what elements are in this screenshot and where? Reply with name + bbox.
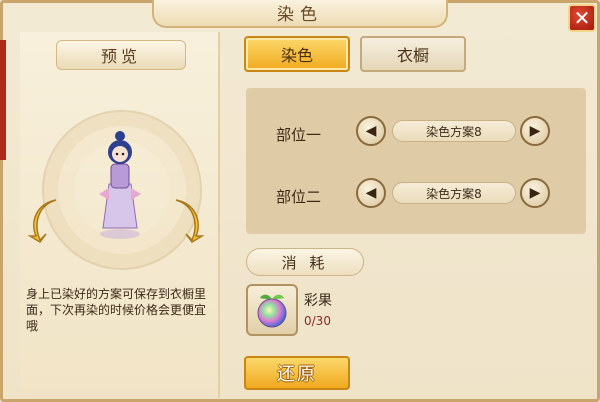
part-one-prev-button[interactable]: ◀ [356, 116, 386, 146]
preview-description: 身上已染好的方案可保存到衣橱里面，下次再染的时候价格会更便宜哦 [26, 287, 207, 333]
rainbow-fruit-icon [257, 294, 287, 328]
item-slot[interactable] [246, 284, 298, 336]
part-two-next-button[interactable]: ▶ [520, 178, 550, 208]
item-name: 彩果 [304, 293, 332, 309]
part-one-next-button[interactable]: ▶ [520, 116, 550, 146]
tab-dye[interactable]: 染色 [244, 36, 350, 72]
rotate-left-arrow-icon[interactable] [26, 196, 64, 246]
character-model[interactable] [95, 124, 145, 240]
cost-label: 消 耗 [246, 248, 364, 276]
preview-label: 预览 [56, 40, 186, 70]
tab-wardrobe[interactable]: 衣橱 [360, 36, 466, 72]
part-one-scheme: 染色方案8 [392, 120, 516, 142]
item-count: 0/30 [304, 314, 331, 328]
close-icon[interactable]: ✕ [568, 4, 596, 32]
part-two-scheme: 染色方案8 [392, 182, 516, 204]
part-one-label: 部位一 [276, 126, 322, 144]
dye-parts-panel [246, 88, 586, 234]
title-banner: 染色 [152, 0, 448, 28]
rotate-right-arrow-icon[interactable] [168, 196, 206, 246]
part-two-prev-button[interactable]: ◀ [356, 178, 386, 208]
restore-button[interactable]: 还原 [244, 356, 350, 390]
part-two-label: 部位二 [276, 188, 322, 206]
edge-decoration [0, 40, 6, 160]
window-title: 染色 [277, 4, 323, 25]
preview-panel: 预览 身上已染好的方案可保存到衣橱里面，下次再染的时候价格会更便宜哦 [20, 32, 220, 398]
